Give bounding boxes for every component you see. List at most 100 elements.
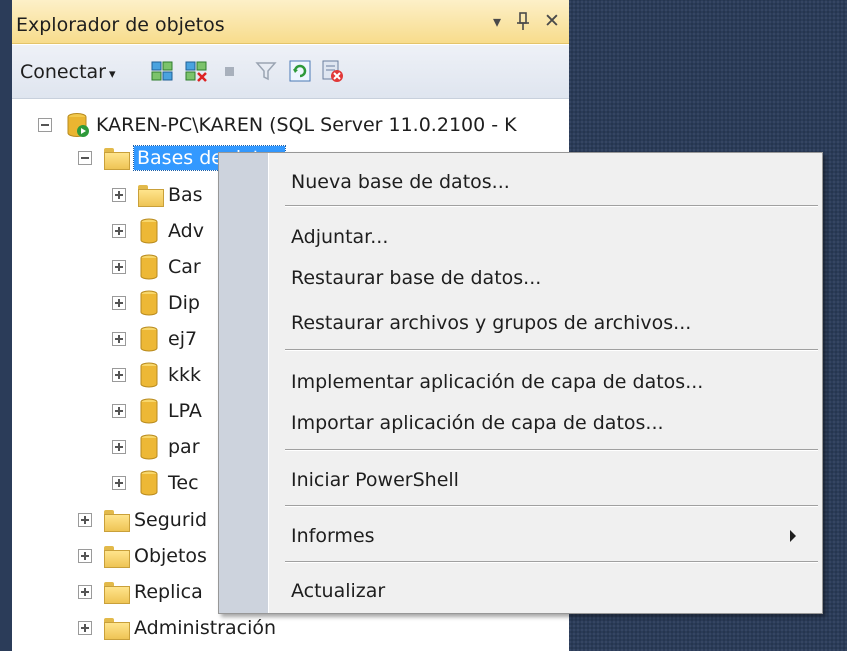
menu-item-label: Nueva base de datos... — [291, 171, 510, 193]
tree-node-database[interactable]: Tec — [112, 467, 199, 499]
menu-item-restore-database[interactable]: Restaurar base de datos... — [271, 261, 820, 295]
folder-icon — [104, 582, 130, 604]
folder-icon — [104, 618, 130, 640]
menu-item-deploy-data-tier[interactable]: Implementar aplicación de capa de datos.… — [271, 365, 820, 399]
database-icon — [140, 290, 158, 316]
database-icon — [140, 470, 158, 496]
tree-node-database[interactable]: Dip — [112, 287, 200, 319]
expand-icon[interactable] — [78, 585, 92, 599]
expand-icon[interactable] — [78, 513, 92, 527]
database-icon — [140, 218, 158, 244]
tree-node-label: Replica — [134, 581, 203, 603]
tree-node-label: Segurid — [134, 509, 208, 531]
tree-node-replication[interactable]: Replica — [78, 576, 203, 608]
submenu-arrow-icon — [790, 530, 796, 542]
menu-item-new-database[interactable]: Nueva base de datos... — [271, 165, 820, 199]
database-icon — [140, 362, 158, 388]
tree-node-database[interactable]: LPA — [112, 395, 202, 427]
menu-item-label: Actualizar — [291, 580, 386, 602]
database-icon — [140, 254, 158, 280]
pin-icon — [517, 12, 529, 30]
connect-button[interactable]: Conectar ▾ — [20, 61, 116, 83]
tree-node-label: kkk — [168, 364, 202, 386]
menu-icon-gutter — [219, 153, 269, 613]
close-icon[interactable]: ✕ — [540, 8, 564, 34]
menu-item-import-data-tier[interactable]: Importar aplicación de capa de datos... — [271, 406, 820, 440]
database-icon — [140, 326, 158, 352]
menu-separator — [285, 205, 818, 207]
toolbar: Conectar ▾ — [12, 45, 569, 99]
menu-item-attach[interactable]: Adjuntar... — [271, 220, 820, 254]
menu-separator — [285, 349, 818, 351]
menu-item-label: Restaurar base de datos... — [291, 267, 542, 289]
folder-icon — [104, 546, 130, 568]
tree-node-label: Tec — [168, 472, 199, 494]
expand-icon[interactable] — [78, 621, 92, 635]
tree-node-label: Car — [168, 256, 201, 278]
menu-item-label: Restaurar archivos y grupos de archivos.… — [291, 312, 692, 334]
menu-item-label: Informes — [291, 525, 375, 547]
menu-item-reports[interactable]: Informes — [271, 519, 820, 553]
tree-node-label: LPA — [168, 400, 202, 422]
tree-node-server-objects[interactable]: Objetos — [78, 540, 207, 572]
tree-node-database[interactable]: Car — [112, 251, 201, 283]
expand-icon[interactable] — [112, 224, 126, 238]
connect-object-explorer-icon[interactable] — [150, 59, 174, 83]
expand-icon[interactable] — [112, 404, 126, 418]
chevron-down-icon: ▾ — [108, 67, 116, 82]
tree-node-database[interactable]: ej7 — [112, 323, 197, 355]
stop-icon — [225, 67, 234, 76]
tree-node-server[interactable]: KAREN-PC\KAREN (SQL Server 11.0.2100 - K — [38, 109, 517, 141]
expand-icon[interactable] — [112, 188, 126, 202]
disconnect-icon[interactable] — [184, 59, 208, 83]
database-icon — [140, 398, 158, 424]
expand-icon[interactable] — [112, 260, 126, 274]
database-icon — [140, 434, 158, 460]
expand-icon[interactable] — [112, 296, 126, 310]
connect-label: Conectar — [20, 61, 106, 83]
menu-item-label: Implementar aplicación de capa de datos.… — [291, 371, 704, 393]
tree-node-label: ej7 — [168, 328, 198, 350]
filter-icon — [255, 62, 277, 81]
menu-item-restore-files[interactable]: Restaurar archivos y grupos de archivos.… — [271, 306, 820, 340]
title-bar: Explorador de objetos ▾ ✕ — [12, 0, 569, 44]
tree-node-label: Adv — [168, 220, 204, 242]
refresh-icon[interactable] — [288, 59, 312, 83]
expand-icon[interactable] — [78, 549, 92, 563]
tree-node-database[interactable]: kkk — [112, 359, 201, 391]
expand-icon[interactable] — [112, 368, 126, 382]
panel-title: Explorador de objetos — [16, 14, 225, 36]
expand-icon[interactable] — [112, 440, 126, 454]
folder-icon — [138, 185, 164, 207]
tree-node-label: Administración — [134, 617, 277, 639]
menu-item-label: Importar aplicación de capa de datos... — [291, 412, 664, 434]
disconnect-all-icon[interactable] — [320, 59, 344, 83]
server-icon — [67, 113, 89, 137]
tree-node-label: Objetos — [134, 545, 207, 567]
menu-separator — [285, 561, 818, 563]
collapse-icon[interactable] — [78, 151, 92, 165]
auto-hide-pin-icon[interactable] — [512, 8, 534, 34]
tree-node-security[interactable]: Segurid — [78, 504, 207, 536]
collapse-icon[interactable] — [38, 118, 52, 132]
tree-node-management[interactable]: Administración — [78, 612, 276, 644]
server-label: KAREN-PC\KAREN (SQL Server 11.0.2100 - K — [96, 114, 517, 136]
window-frame — [0, 0, 12, 651]
menu-separator — [285, 505, 818, 507]
context-menu: Nueva base de datos... Adjuntar... Resta… — [218, 152, 823, 614]
folder-icon — [104, 148, 130, 170]
menu-item-start-powershell[interactable]: Iniciar PowerShell — [271, 463, 820, 497]
menu-item-label: Adjuntar... — [291, 226, 389, 248]
menu-item-label: Iniciar PowerShell — [291, 469, 459, 491]
expand-icon[interactable] — [112, 476, 126, 490]
tree-node-database[interactable]: Adv — [112, 215, 204, 247]
expand-icon[interactable] — [112, 332, 126, 346]
tree-node-child[interactable]: Bas — [112, 179, 203, 211]
tree-node-label: par — [168, 436, 200, 458]
window-position-dropdown-icon[interactable]: ▾ — [488, 8, 506, 34]
tree-node-label: Bas — [168, 184, 203, 206]
tree-node-database[interactable]: par — [112, 431, 200, 463]
menu-item-refresh[interactable]: Actualizar — [271, 574, 820, 608]
menu-separator — [285, 449, 818, 451]
tree-node-label: Dip — [168, 292, 200, 314]
